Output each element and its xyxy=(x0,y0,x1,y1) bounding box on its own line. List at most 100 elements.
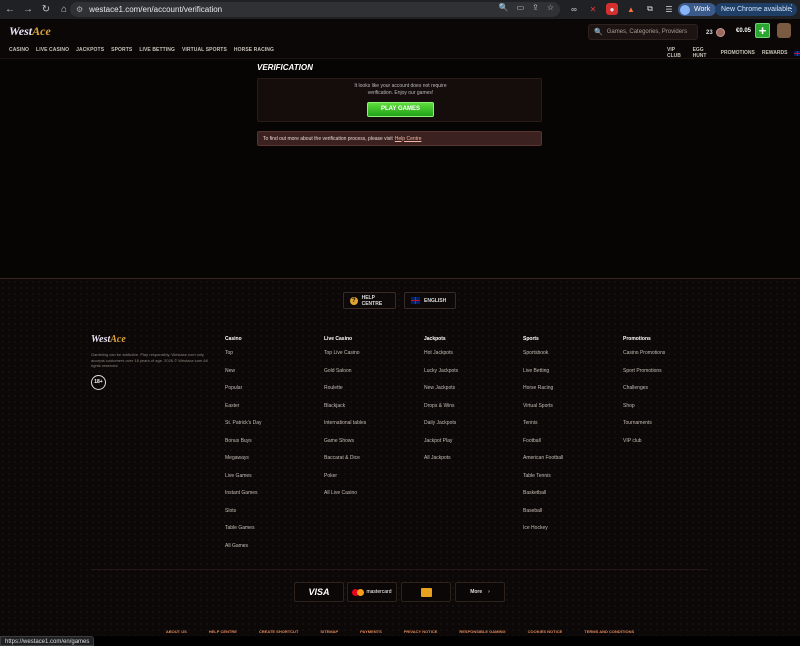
footer-link[interactable]: Game Shows xyxy=(324,438,414,456)
footer-link[interactable]: Tennis xyxy=(523,420,613,438)
nav-jackpots[interactable]: JACKPOTS xyxy=(76,47,104,53)
footer-bottom-link[interactable]: CREATE SHORTCUT xyxy=(259,629,298,634)
cast-icon[interactable]: ▭ xyxy=(517,3,525,12)
mastercard-payment[interactable]: mastercard xyxy=(347,582,397,602)
footer-link[interactable]: Tournaments xyxy=(623,420,713,438)
westace-logo[interactable]: WestAce xyxy=(9,24,57,41)
user-avatar[interactable] xyxy=(777,23,791,38)
address-url[interactable]: westace1.com/en/account/verification xyxy=(89,5,222,14)
nav-sports[interactable]: SPORTS xyxy=(111,47,132,53)
footer-link[interactable]: Shop xyxy=(623,403,713,421)
footer-link[interactable]: Megaways xyxy=(225,455,315,473)
footer-link[interactable]: Table Tennis xyxy=(523,473,613,491)
footer-link[interactable]: St. Patrick's Day xyxy=(225,420,315,438)
coins-counter[interactable]: 23 xyxy=(706,28,725,37)
chrome-menu-icon[interactable]: ⋮ xyxy=(787,3,796,14)
balance[interactable]: €0.05 xyxy=(736,28,751,34)
card-payment[interactable] xyxy=(401,582,451,602)
footer-link[interactable]: Basketball xyxy=(523,490,613,508)
footer-link[interactable]: Top xyxy=(225,350,315,368)
footer-link[interactable]: Daily Jackpots xyxy=(424,420,514,438)
footer-link[interactable]: VIP club xyxy=(623,438,713,456)
nav-casino[interactable]: CASINO xyxy=(9,47,29,53)
footer-logo[interactable]: WestAce xyxy=(91,334,126,345)
profile-button[interactable]: Work xyxy=(678,3,717,16)
footer-link[interactable]: Roulette xyxy=(324,385,414,403)
address-bar[interactable]: ⚙ westace1.com/en/account/verification 🔍… xyxy=(70,2,560,17)
footer-link[interactable]: Live Betting xyxy=(523,368,613,386)
nav-horse-racing[interactable]: HORSE RACING xyxy=(234,47,274,53)
footer-link[interactable]: Baccarat & Dice xyxy=(324,455,414,473)
reload-icon[interactable]: ↻ xyxy=(38,2,54,18)
visa-payment[interactable]: VISA xyxy=(294,582,344,602)
red-extension-icon[interactable]: ● xyxy=(606,3,618,15)
zoom-icon[interactable]: 🔍 xyxy=(499,3,509,12)
footer-bottom-link[interactable]: TERMS AND CONDITIONS xyxy=(584,629,634,634)
nav-live-casino[interactable]: LIVE CASINO xyxy=(36,47,69,53)
footer-link[interactable]: Challenges xyxy=(623,385,713,403)
share-icon[interactable]: ⇪ xyxy=(532,3,539,12)
footer-link[interactable]: Horse Racing xyxy=(523,385,613,403)
footer-link[interactable]: Popular xyxy=(225,385,315,403)
forward-icon[interactable]: → xyxy=(20,2,36,18)
help-centre-button[interactable]: ? HELP CENTRE xyxy=(343,292,396,309)
footer-bottom-link[interactable]: HELP CENTRE xyxy=(209,629,237,634)
footer-link[interactable]: Baseball xyxy=(523,508,613,526)
nav-live-betting[interactable]: LIVE BETTING xyxy=(139,47,175,53)
update-chrome-button[interactable]: New Chrome available xyxy=(715,3,798,16)
footer-link[interactable]: Virtual Sports xyxy=(523,403,613,421)
nav-vip-club[interactable]: VIP CLUB xyxy=(667,47,686,59)
footer-bottom-link[interactable]: COOKIES NOTICE xyxy=(528,629,563,634)
help-centre-link[interactable]: Help Centre xyxy=(395,136,422,142)
footer-link[interactable]: All Jackpots xyxy=(424,455,514,473)
footer-link[interactable]: Table Games xyxy=(225,525,315,543)
bookmark-star-icon[interactable]: ☆ xyxy=(547,3,554,12)
x-extension-icon[interactable]: ✕ xyxy=(587,3,599,15)
footer-link[interactable]: Casino Promotions xyxy=(623,350,713,368)
game-search-input[interactable]: 🔍 Games, Categories, Providers xyxy=(588,24,698,40)
footer-bottom-link[interactable]: PRIVACY NOTICE xyxy=(404,629,438,634)
footer-link[interactable]: Gold Saloon xyxy=(324,368,414,386)
play-games-button[interactable]: PLAY GAMES xyxy=(367,102,434,117)
footer-link[interactable]: Instant Games xyxy=(225,490,315,508)
nav-promotions[interactable]: PROMOTIONS xyxy=(721,50,755,56)
footer-link[interactable]: Jackpot Play xyxy=(424,438,514,456)
footer-link[interactable]: Easter xyxy=(225,403,315,421)
footer-link[interactable]: All Games xyxy=(225,543,315,561)
footer-link[interactable]: Lucky Jackpots xyxy=(424,368,514,386)
footer-link[interactable]: Hot Jackpots xyxy=(424,350,514,368)
footer-link[interactable]: New Jackpots xyxy=(424,385,514,403)
footer-link[interactable]: New xyxy=(225,368,315,386)
footer-link[interactable]: Football xyxy=(523,438,613,456)
link-extension-icon[interactable]: ∞ xyxy=(568,3,580,15)
back-icon[interactable]: ← xyxy=(2,2,18,18)
footer-link[interactable]: Blackjack xyxy=(324,403,414,421)
language-button[interactable]: ENGLISH xyxy=(404,292,456,309)
footer-link[interactable]: Sportsbook xyxy=(523,350,613,368)
nav-rewards[interactable]: REWARDS xyxy=(762,50,788,56)
site-info-icon[interactable]: ⚙ xyxy=(76,5,83,14)
footer-bottom-link[interactable]: PAYMENTS xyxy=(360,629,382,634)
footer-link[interactable]: Poker xyxy=(324,473,414,491)
deposit-plus-button[interactable]: + xyxy=(755,23,770,38)
footer-link[interactable]: Live Games xyxy=(225,473,315,491)
extensions-puzzle-icon[interactable]: ⧉ xyxy=(644,3,656,15)
footer-link[interactable]: Top Live Casino xyxy=(324,350,414,368)
more-payments-button[interactable]: More › xyxy=(455,582,505,602)
tab-search-icon[interactable]: ☰ xyxy=(663,3,675,15)
orange-extension-icon[interactable]: ▲ xyxy=(625,3,637,15)
footer-link[interactable]: Ice Hockey xyxy=(523,525,613,543)
footer-link[interactable]: Slots xyxy=(225,508,315,526)
footer-link[interactable]: Drops & Wins xyxy=(424,403,514,421)
footer-link[interactable]: Sport Promotions xyxy=(623,368,713,386)
nav-egg-hunt[interactable]: EGG HUNT xyxy=(693,47,714,59)
footer-link[interactable]: American Football xyxy=(523,455,613,473)
footer-bottom-link[interactable]: SITEMAP xyxy=(320,629,338,634)
footer-link[interactable]: International tables xyxy=(324,420,414,438)
footer-link[interactable]: All Live Casino xyxy=(324,490,414,508)
uk-flag-icon[interactable] xyxy=(794,50,800,56)
nav-virtual-sports[interactable]: VIRTUAL SPORTS xyxy=(182,47,227,53)
footer-bottom-link[interactable]: ABOUT US xyxy=(166,629,187,634)
footer-bottom-link[interactable]: RESPONSIBLE GAMING xyxy=(459,629,505,634)
footer-link[interactable]: Bonus Buys xyxy=(225,438,315,456)
